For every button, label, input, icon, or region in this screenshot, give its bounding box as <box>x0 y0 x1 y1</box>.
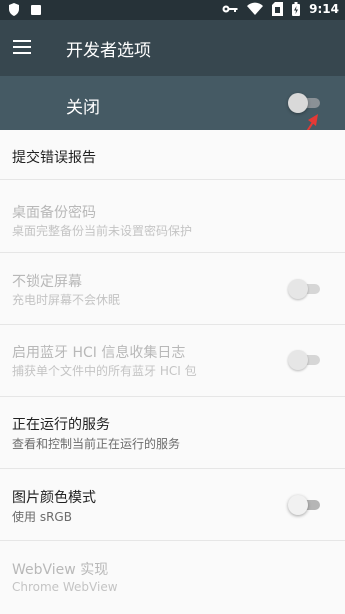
app-bar: 开发者选项 <box>0 20 345 76</box>
list-item-running-services[interactable]: 正在运行的服务 查看和控制当前正在运行的服务 <box>0 397 345 469</box>
list-item-backup-password[interactable]: 桌面备份密码 桌面完整备份当前未设置密码保护 <box>0 180 345 253</box>
switch-thumb <box>288 350 308 370</box>
master-switch-label: 关闭 <box>66 98 100 118</box>
switch-thumb <box>288 93 308 113</box>
list-item-webview-implementation[interactable]: WebView 实现 Chrome WebView <box>0 541 345 614</box>
item-subtitle: Chrome WebView <box>12 580 118 594</box>
list-item-bluetooth-hci-log[interactable]: 启用蓝牙 HCI 信息收集日志 捕获单个文件中的所有蓝牙 HCI 包 <box>0 325 345 397</box>
item-subtitle: 使用 sRGB <box>12 510 72 524</box>
item-title: 提交错误报告 <box>12 150 96 166</box>
switch-thumb <box>288 495 308 515</box>
picture-color-mode-switch[interactable] <box>288 495 322 515</box>
clock: 9:14 <box>309 2 339 16</box>
item-title: 图片颜色模式 <box>12 490 96 506</box>
master-toggle-switch[interactable] <box>288 93 322 113</box>
wifi-icon <box>247 2 264 15</box>
stay-awake-switch[interactable] <box>288 279 322 299</box>
list-item-stay-awake[interactable]: 不锁定屏幕 充电时屏幕不会休眠 <box>0 253 345 325</box>
list-item-picture-color-mode[interactable]: 图片颜色模式 使用 sRGB <box>0 469 345 541</box>
key-icon <box>222 5 238 13</box>
item-title: 桌面备份密码 <box>12 205 96 221</box>
page-title: 开发者选项 <box>66 41 151 61</box>
menu-icon[interactable] <box>13 40 33 56</box>
item-subtitle: 桌面完整备份当前未设置密码保护 <box>12 224 193 238</box>
status-bar: 9:14 <box>0 0 345 20</box>
shield-icon <box>9 3 19 16</box>
item-subtitle: 捕获单个文件中的所有蓝牙 HCI 包 <box>12 364 197 378</box>
switch-thumb <box>288 279 308 299</box>
item-title: 正在运行的服务 <box>12 417 110 433</box>
item-title: WebView 实现 <box>12 562 109 578</box>
item-title: 启用蓝牙 HCI 信息收集日志 <box>12 345 186 361</box>
battery-icon <box>292 2 301 16</box>
bluetooth-hci-log-switch[interactable] <box>288 350 322 370</box>
square-icon <box>31 5 41 15</box>
item-title: 不锁定屏幕 <box>12 274 82 290</box>
item-subtitle: 充电时屏幕不会休眠 <box>12 293 121 307</box>
settings-list: 提交错误报告 桌面备份密码 桌面完整备份当前未设置密码保护 不锁定屏幕 充电时屏… <box>0 130 345 614</box>
sim-icon <box>272 2 284 16</box>
item-subtitle: 查看和控制当前正在运行的服务 <box>12 437 181 451</box>
list-item-bug-report[interactable]: 提交错误报告 <box>0 130 345 180</box>
